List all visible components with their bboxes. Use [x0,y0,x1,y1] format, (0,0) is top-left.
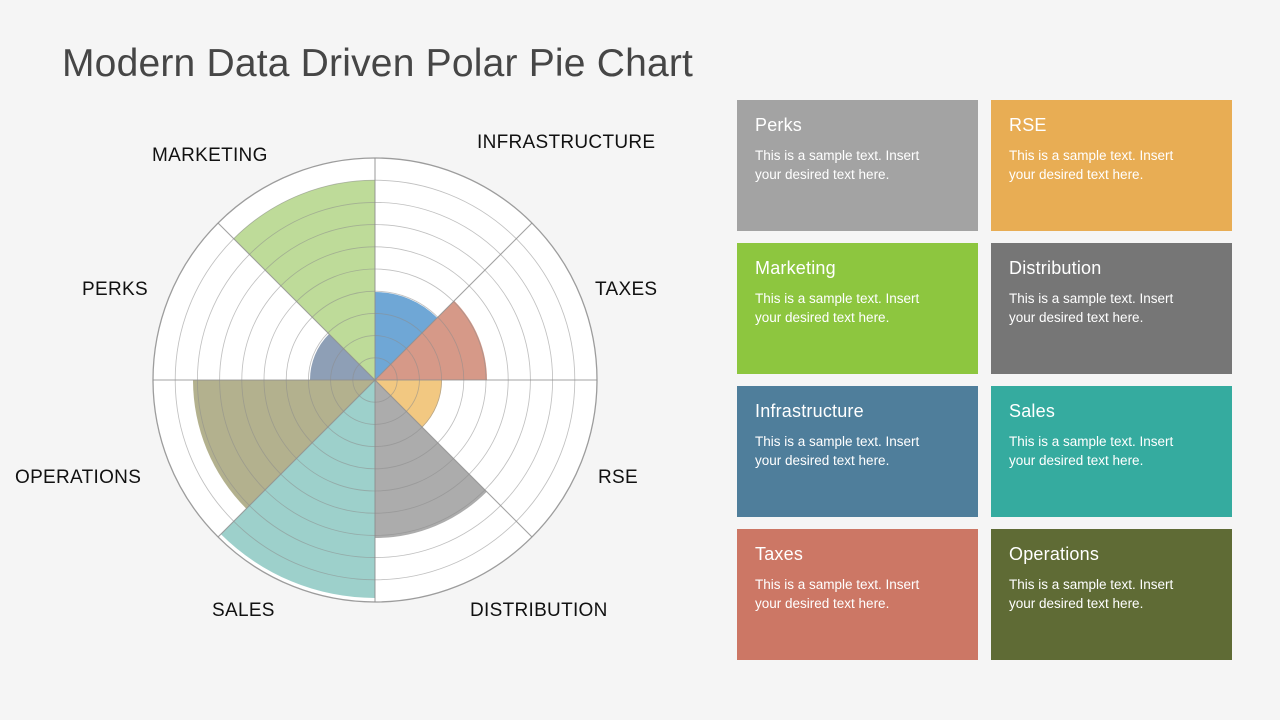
legend-card-distribution[interactable]: Distribution This is a sample text. Inser… [991,243,1232,374]
legend-card-perks[interactable]: Perks This is a sample text. Insert your … [737,100,978,231]
axis-label-taxes: TAXES [595,279,658,300]
legend-card-title-perks: Perks [755,115,803,135]
axis-label-distribution: DISTRIBUTION [470,600,608,621]
legend-card-title-operations: Operations [1009,544,1100,564]
legend-card-title-sales: Sales [1009,401,1056,421]
axis-label-sales: SALES [212,600,275,621]
axis-label-marketing: MARKETING [152,145,268,166]
legend-card-title-marketing: Marketing [755,258,836,278]
polar-pie-chart: INFRASTRUCTURE TAXES RSE DISTRIBUTION SALES O… [0,100,720,660]
legend-card-operations[interactable]: Operations This is a sample text. Insert … [991,529,1232,660]
legend-card-body-rse: This is a sample text. Insert your desir… [1009,147,1174,182]
legend-card-sales[interactable]: Sales This is a sample text. Insert your … [991,386,1232,517]
axis-label-operations: OPERATIONS [15,467,142,488]
polar-chart-canvas [152,157,598,603]
legend-card-title-infrastructure: Infrastructure [755,401,864,421]
axis-label-infrastructure: INFRASTRUCTURE [477,132,656,153]
legend-card-marketing[interactable]: Marketing This is a sample text. Insert y… [737,243,978,374]
legend-card-taxes[interactable]: Taxes This is a sample text. Insert your … [737,529,978,660]
legend-card-rse[interactable]: RSE This is a sample text. Insert your de… [991,100,1232,231]
legend-card-title-distribution: Distribution [1009,258,1102,278]
legend-card-body-marketing: This is a sample text. Insert your desir… [755,290,920,325]
legend-card-body-taxes: This is a sample text. Insert your desir… [755,576,920,611]
chart-axis-spokes [153,158,597,602]
legend-card-body-operations: This is a sample text. Insert your desir… [1009,576,1174,611]
legend-card-body-perks: This is a sample text. Insert your desir… [755,147,920,182]
legend-card-title-rse: RSE [1009,115,1047,135]
legend-card-body-infrastructure: This is a sample text. Insert your desir… [755,433,920,468]
axis-label-perks: PERKS [82,279,148,300]
legend-card-body-distribution: This is a sample text. Insert your desir… [1009,290,1174,325]
axis-label-rse: RSE [598,467,638,488]
page-title: Modern Data Driven Polar Pie Chart [62,42,694,85]
legend-card-grid: Perks This is a sample text. Insert your … [737,100,1232,662]
legend-card-infrastructure[interactable]: Infrastructure This is a sample text. Ins… [737,386,978,517]
legend-card-body-sales: This is a sample text. Insert your desir… [1009,433,1174,468]
legend-card-title-taxes: Taxes [755,544,804,564]
